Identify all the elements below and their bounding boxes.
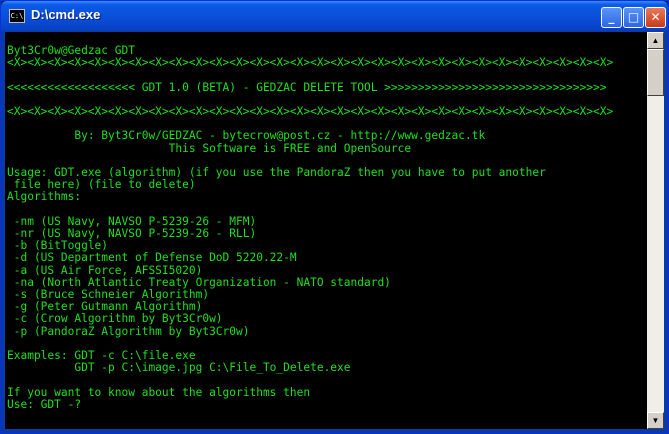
console-line: file here) (file to delete) [7, 178, 196, 192]
window-frame-right [664, 32, 668, 429]
console-line: -p (PandoraZ Algorithm by Byt3Cr0w) [7, 324, 250, 338]
console-line: -b (BitToggle) [7, 239, 109, 253]
console-line: Examples: GDT -c C:\file.exe [7, 349, 196, 362]
scroll-up-button[interactable]: ▲ [647, 32, 664, 49]
scroll-thumb[interactable] [647, 49, 664, 96]
console-line: Byt3Cr0w@Gedzac GDT [7, 44, 135, 57]
console-line: -d (US Department of Defense DoD 5220.22… [7, 251, 297, 265]
console-line: -nm (US Navy, NAVSO P-5239-26 - MFM) [7, 214, 257, 228]
console-line: -s (Bruce Schneier Algorithm) [7, 288, 210, 301]
console-line: -a (US Air Force, AFSSI5020) [7, 263, 203, 277]
console-line: Usage: GDT.exe (algorithm) (if you use t… [7, 166, 546, 179]
vertical-scrollbar[interactable]: ▲ ▼ [647, 32, 664, 429]
console-icon[interactable]: C:\ [9, 9, 25, 23]
console-line: -na (North Atlantic Treaty Organization … [7, 275, 391, 289]
console-line: -g (Peter Gutmann Algorithm) [7, 300, 203, 314]
console-line: By: Byt3Cr0w/GEDZAC - bytecrow@post.cz -… [7, 129, 486, 143]
scroll-down-button[interactable]: ▼ [647, 412, 664, 429]
console-line: Algorithms: [7, 190, 82, 204]
console-line: Use: GDT -? [7, 397, 82, 411]
maximize-button[interactable]: □ [623, 7, 644, 28]
console-line: -c (Crow Algorithm by Byt3Cr0w) [7, 312, 223, 326]
console-line: This Software is FREE and OpenSource [7, 141, 412, 155]
window-title: D:\cmd.exe [31, 7, 101, 22]
console-line: <<<<<<<<<<<<<<<<<<< GDT 1.0 (BETA) - GED… [7, 80, 607, 94]
console-output[interactable]: Byt3Cr0w@Gedzac GDT <X><X><X><X><X><X><X>… [5, 32, 647, 429]
console-line: <X><X><X><X><X><X><X><X><X><X><X><X><X><… [7, 105, 614, 118]
console-line: <X><X><X><X><X><X><X><X><X><X><X><X><X><… [7, 56, 614, 70]
console-line: If you want to know about the algorithms… [7, 385, 311, 399]
close-button[interactable]: ✕ [645, 7, 666, 28]
minimize-button[interactable]: _ [601, 7, 622, 28]
console-line: GDT -p C:\image.jpg C:\File_To_Delete.ex… [7, 361, 351, 375]
cmd-window: C:\ D:\cmd.exe _ □ ✕ Byt3Cr0w@Gedzac GDT… [0, 0, 669, 434]
window-frame-bottom [1, 429, 668, 433]
title-bar[interactable]: C:\ D:\cmd.exe _ □ ✕ [1, 1, 668, 32]
console-line: -nr (US Navy, NAVSO P-5239-26 - RLL) [7, 227, 257, 240]
